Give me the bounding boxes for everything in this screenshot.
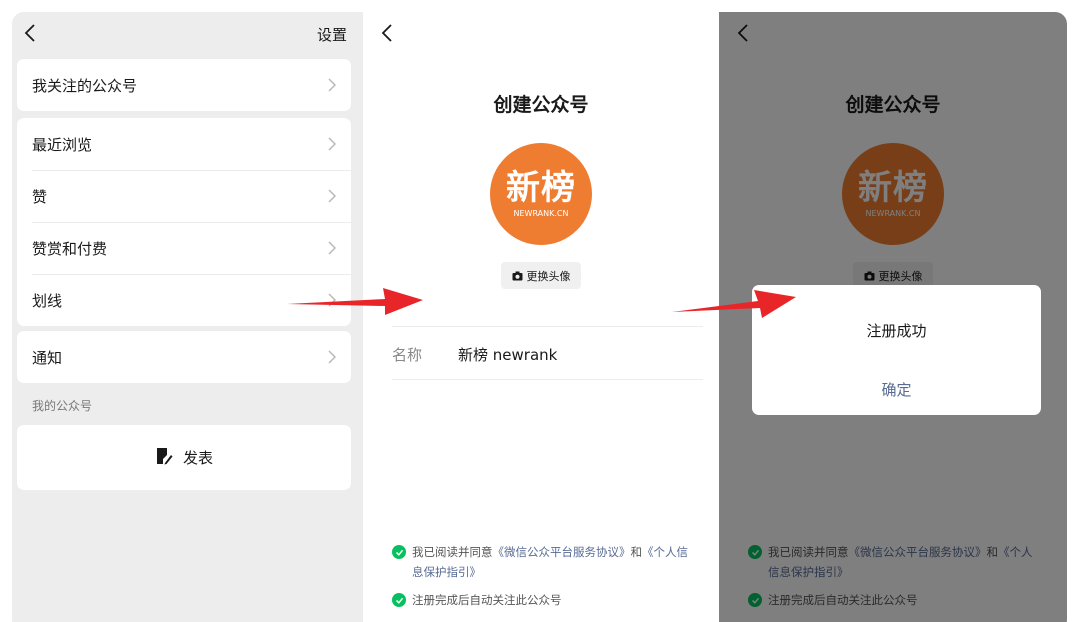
divider <box>392 326 703 327</box>
auto-follow-text: 注册完成后自动关注此公众号 <box>412 593 562 607</box>
publish-card: 发表 <box>17 425 351 490</box>
checkmark-icon[interactable] <box>392 545 406 559</box>
back-icon[interactable] <box>377 22 399 44</box>
agreement-row[interactable]: 我已阅读并同意《微信公众平台服务协议》和《个人信息保护指引》 <box>392 542 692 582</box>
chevron-right-icon <box>327 240 337 256</box>
agreement-and: 和 <box>630 545 643 559</box>
confirm-button[interactable]: 确定 <box>752 379 1041 400</box>
agreement-text: 我已阅读并同意《微信公众平台服务协议》和《个人信息保护指引》 <box>412 542 692 582</box>
followed-card: 我关注的公众号 <box>17 59 351 111</box>
menu-item-rewards[interactable]: 赞赏和付费 <box>17 222 351 274</box>
edit-document-icon <box>155 447 173 469</box>
publish-button[interactable]: 发表 <box>17 425 351 490</box>
avatar-logo-subtext: NEWRANK.CN <box>513 209 569 218</box>
section-label-my-accounts: 我的公众号 <box>32 399 93 413</box>
publish-label: 发表 <box>182 449 213 467</box>
dialog-message: 注册成功 <box>866 322 927 340</box>
arrow-icon <box>287 288 423 315</box>
menu-item-label: 划线 <box>32 291 63 310</box>
change-avatar-label: 更换头像 <box>526 269 571 283</box>
avatar: 新榜 NEWRANK.CN <box>490 143 592 245</box>
arrow-icon <box>672 290 796 318</box>
menu-item-label: 最近浏览 <box>32 135 93 154</box>
chevron-right-icon <box>327 349 337 365</box>
back-icon[interactable] <box>20 22 42 44</box>
menu-item-likes[interactable]: 赞 <box>17 170 351 222</box>
chevron-right-icon <box>327 136 337 152</box>
menu-item-label: 通知 <box>32 348 63 367</box>
page-title: 创建公众号 <box>493 94 589 116</box>
chevron-right-icon <box>327 188 337 204</box>
menu-item-label: 赞 <box>32 187 48 206</box>
menu-item-followed[interactable]: 我关注的公众号 <box>17 59 351 111</box>
notify-card: 通知 <box>17 331 351 383</box>
top-bar: 设置 <box>12 12 363 56</box>
name-label: 名称 <box>392 346 423 364</box>
service-agreement-link[interactable]: 《微信公众平台服务协议》 <box>493 545 631 559</box>
name-field[interactable]: 新榜 newrank <box>458 344 557 365</box>
avatar-logo-text: 新榜 <box>506 168 576 208</box>
change-avatar-button[interactable]: 更换头像 <box>501 262 581 289</box>
chevron-right-icon <box>327 77 337 93</box>
menu-item-label: 赞赏和付费 <box>32 239 108 258</box>
divider <box>392 379 703 380</box>
menu-item-recent[interactable]: 最近浏览 <box>17 118 351 170</box>
auto-follow-row[interactable]: 注册完成后自动关注此公众号 <box>392 590 562 610</box>
agreement-prefix: 我已阅读并同意 <box>412 545 493 559</box>
checkmark-icon[interactable] <box>392 593 406 607</box>
menu-item-notify[interactable]: 通知 <box>17 331 351 383</box>
menu-item-label: 我关注的公众号 <box>32 76 138 95</box>
screenshot-frame: 设置 我关注的公众号 最近浏览 赞 赞赏和付费 划线 通知 我的公众号 发表 创… <box>12 12 1067 622</box>
camera-icon <box>512 271 522 280</box>
settings-button[interactable]: 设置 <box>317 24 347 45</box>
